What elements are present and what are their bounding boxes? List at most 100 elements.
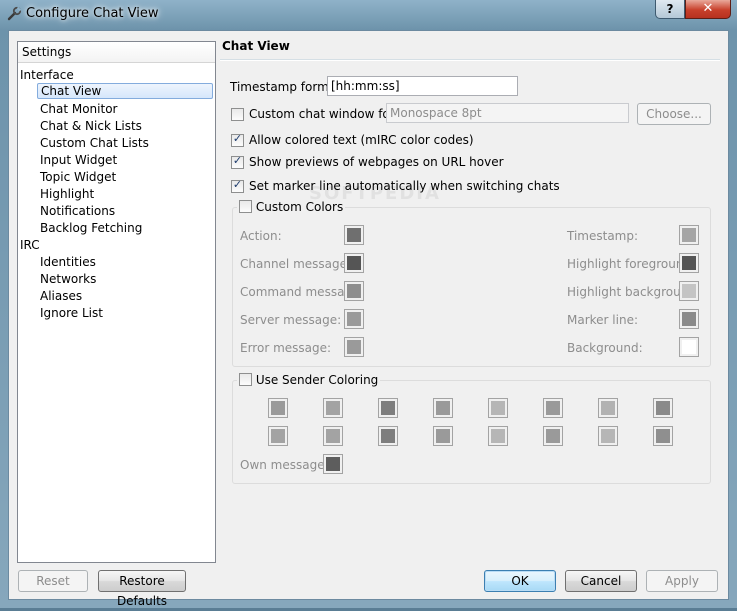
color-label: Action: xyxy=(240,229,282,243)
apply-button[interactable]: Apply xyxy=(646,570,718,592)
swatch-fill xyxy=(326,457,340,471)
tree-header[interactable]: Settings xyxy=(18,42,215,63)
tree-item-input-widget[interactable]: Input Widget xyxy=(40,152,117,168)
sender-color-swatch[interactable] xyxy=(433,426,453,446)
color-swatch-button[interactable] xyxy=(344,281,364,301)
swatch-fill xyxy=(682,228,696,242)
sender-coloring-header: Use Sender Coloring xyxy=(237,373,381,387)
sender-color-swatch[interactable] xyxy=(323,426,343,446)
color-swatch-button[interactable] xyxy=(679,337,699,357)
own-messages-color-button[interactable] xyxy=(323,454,343,474)
marker-line-checkbox[interactable]: ✓ xyxy=(231,178,244,193)
sender-color-swatch[interactable] xyxy=(543,398,563,418)
sender-coloring-title: Use Sender Coloring xyxy=(255,373,379,387)
tree-item-ignore-list[interactable]: Ignore List xyxy=(40,305,103,321)
tree-item-notifications[interactable]: Notifications xyxy=(40,203,115,219)
swatch-fill xyxy=(546,401,560,415)
check-mark-icon: ✓ xyxy=(232,132,243,145)
color-swatch-button[interactable] xyxy=(679,309,699,329)
check-mark-icon: ✓ xyxy=(232,154,243,167)
tree-group-irc[interactable]: IRC xyxy=(20,237,40,253)
ok-button[interactable]: OK xyxy=(484,570,556,592)
swatch-fill xyxy=(326,429,340,443)
swatch-fill xyxy=(491,429,505,443)
swatch-fill xyxy=(682,340,696,354)
tree-item-chat-view[interactable]: Chat View xyxy=(37,83,213,99)
sender-color-swatch[interactable] xyxy=(488,426,508,446)
color-swatch-button[interactable] xyxy=(679,281,699,301)
tree-item-aliases[interactable]: Aliases xyxy=(40,288,82,304)
reset-button[interactable]: Reset xyxy=(18,570,88,592)
color-label: Highlight foreground: xyxy=(567,257,696,271)
swatch-fill xyxy=(601,401,615,415)
tree-item-chat-monitor[interactable]: Chat Monitor xyxy=(40,101,117,117)
sender-color-swatch[interactable] xyxy=(378,426,398,446)
timestamp-format-input[interactable]: [hh:mm:ss] xyxy=(327,76,518,96)
custom-font-label: Custom chat window font: xyxy=(249,107,407,121)
sender-color-swatch[interactable] xyxy=(323,398,343,418)
title-divider xyxy=(220,59,720,61)
window-title: Configure Chat View xyxy=(26,6,159,21)
color-swatch-button[interactable] xyxy=(344,225,364,245)
sender-color-swatch[interactable] xyxy=(378,398,398,418)
sender-color-swatch[interactable] xyxy=(268,426,288,446)
sender-color-swatch[interactable] xyxy=(433,398,453,418)
color-swatch-button[interactable] xyxy=(344,337,364,357)
color-label: Background: xyxy=(567,341,643,355)
tree-item-backlog-fetching[interactable]: Backlog Fetching xyxy=(40,220,142,236)
swatch-fill xyxy=(347,228,361,242)
swatch-fill xyxy=(347,256,361,270)
custom-font-checkbox[interactable] xyxy=(231,108,244,121)
choose-font-button[interactable]: Choose... xyxy=(637,103,711,125)
swatch-fill xyxy=(682,256,696,270)
color-swatch-button[interactable] xyxy=(344,253,364,273)
font-display-field: Monospace 8pt xyxy=(386,103,629,123)
url-previews-label: Show previews of webpages on URL hover xyxy=(249,155,504,169)
tree-item-identities[interactable]: Identities xyxy=(40,254,96,270)
dialog-window: Configure Chat View ? ✕ SOFTPEDIA Settin… xyxy=(0,0,737,608)
sender-color-swatch[interactable] xyxy=(653,426,673,446)
custom-colors-checkbox[interactable] xyxy=(239,200,252,213)
own-messages-label: Own messages: xyxy=(240,458,335,472)
swatch-fill xyxy=(491,401,505,415)
settings-tree[interactable]: Settings Interface Chat View Chat Monitor C… xyxy=(17,41,216,563)
sender-color-swatch[interactable] xyxy=(268,398,288,418)
wrench-icon xyxy=(6,6,22,22)
color-swatch-button[interactable] xyxy=(679,253,699,273)
swatch-fill xyxy=(682,284,696,298)
swatch-fill xyxy=(656,429,670,443)
tree-item-custom-chat-lists[interactable]: Custom Chat Lists xyxy=(40,135,149,151)
sender-color-swatch[interactable] xyxy=(598,398,618,418)
tree-item-networks[interactable]: Networks xyxy=(40,271,96,287)
title-bar[interactable]: Configure Chat View ? ✕ xyxy=(0,0,737,30)
color-swatch-button[interactable] xyxy=(679,225,699,245)
url-previews-checkbox[interactable]: ✓ xyxy=(231,154,244,169)
swatch-fill xyxy=(546,429,560,443)
check-mark-icon: ✓ xyxy=(232,178,243,191)
tree-item-chat-nick-lists[interactable]: Chat & Nick Lists xyxy=(40,118,142,134)
color-swatch-button[interactable] xyxy=(344,309,364,329)
sender-color-swatch[interactable] xyxy=(488,398,508,418)
sender-color-swatch[interactable] xyxy=(598,426,618,446)
swatch-fill xyxy=(682,312,696,326)
swatch-fill xyxy=(656,401,670,415)
custom-colors-title: Custom Colors xyxy=(255,200,344,214)
custom-colors-header: Custom Colors xyxy=(237,200,346,214)
help-button[interactable]: ? xyxy=(655,0,685,19)
swatch-fill xyxy=(601,429,615,443)
sender-color-swatch[interactable] xyxy=(543,426,563,446)
cancel-button[interactable]: Cancel xyxy=(565,570,637,592)
swatch-fill xyxy=(347,312,361,326)
sender-color-swatch[interactable] xyxy=(653,398,673,418)
colored-text-checkbox[interactable]: ✓ xyxy=(231,132,244,147)
tree-item-highlight[interactable]: Highlight xyxy=(40,186,94,202)
swatch-fill xyxy=(271,429,285,443)
tree-group-interface[interactable]: Interface xyxy=(20,67,74,83)
restore-defaults-button[interactable]: Restore Defaults xyxy=(98,570,186,608)
swatch-fill xyxy=(347,340,361,354)
sender-coloring-checkbox[interactable] xyxy=(239,373,252,386)
tree-item-topic-widget[interactable]: Topic Widget xyxy=(40,169,116,185)
swatch-fill xyxy=(381,429,395,443)
close-button[interactable]: ✕ xyxy=(685,0,731,19)
marker-line-label: Set marker line automatically when switc… xyxy=(249,179,560,193)
